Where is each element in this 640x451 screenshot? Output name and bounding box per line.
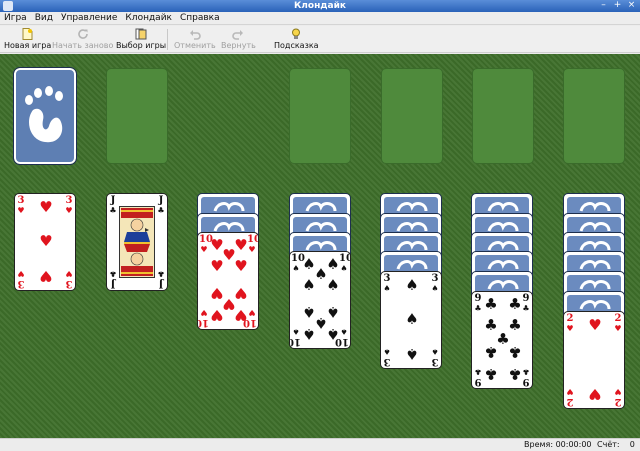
- select-game-label: Выбор игры: [116, 41, 167, 50]
- gnome-foot-icon: [25, 86, 63, 143]
- card-corner: 3 ♥: [65, 195, 73, 216]
- title-bar: Клондайк – + ×: [0, 0, 640, 12]
- redo-icon: [232, 28, 244, 40]
- foundation-3[interactable]: [472, 68, 534, 164]
- card-jack-clubs[interactable]: J ♣ J ♣ J ♣ J ♣: [106, 193, 168, 291]
- card-corner: 3 ♠: [383, 273, 391, 294]
- club-icon: ♣: [508, 343, 522, 361]
- club-icon: ♣: [484, 365, 498, 383]
- card-corner: 10♥: [199, 234, 213, 255]
- restart-button[interactable]: Начать заново: [52, 28, 113, 51]
- stock-pile[interactable]: [13, 67, 77, 165]
- spade-icon: ♠: [302, 276, 316, 294]
- spade-icon: ♠: [326, 276, 340, 294]
- new-game-label: Новая игра: [4, 41, 52, 50]
- maximize-icon[interactable]: +: [613, 1, 622, 10]
- score-value: 0: [629, 440, 635, 449]
- card-corner: J ♣: [109, 269, 117, 289]
- card-3-hearts[interactable]: 3 ♥ 3 ♥ 3 ♥ 3 ♥ ♥ ♥ ♥: [14, 193, 76, 291]
- menu-control[interactable]: Управление: [57, 12, 121, 24]
- card-10-hearts[interactable]: 10♥ 10♥ 10♥ 10♥ ♥ ♥ ♥ ♥ ♥ ♥ ♥ ♥ ♥ ♥: [197, 232, 259, 330]
- game-table: 3 ♥ 3 ♥ 3 ♥ 3 ♥ ♥ ♥ ♥ J ♣ J ♣ J ♣ J ♣ 10…: [0, 54, 640, 438]
- heart-icon: ♥: [39, 232, 53, 250]
- card-3-spades[interactable]: 3 ♠ 3 ♠ 3 ♠ 3 ♠ ♠ ♠ ♠: [380, 271, 442, 369]
- card-corner: 3 ♥: [65, 269, 73, 289]
- menu-view[interactable]: Вид: [31, 12, 57, 24]
- card-corner: 3 ♥: [17, 269, 25, 289]
- menu-help[interactable]: Справка: [176, 12, 224, 24]
- card-corner: J ♣: [157, 195, 165, 216]
- lightbulb-icon: [290, 28, 302, 40]
- spade-icon: ♠: [405, 345, 419, 363]
- card-corner: 9 ♣: [474, 367, 482, 387]
- card-corner: 2 ♥: [614, 313, 622, 334]
- club-icon: ♣: [508, 295, 522, 313]
- new-game-button[interactable]: Новая игра: [4, 28, 51, 51]
- window-title: Клондайк: [293, 1, 347, 11]
- refresh-icon: [77, 28, 89, 40]
- minimize-icon[interactable]: –: [599, 1, 608, 10]
- toolbar: Новая игра Начать заново Выбор игры Отме…: [0, 26, 640, 53]
- spade-icon: ♠: [405, 310, 419, 328]
- card-corner: 10♠: [291, 253, 305, 274]
- score-label: Счёт: 0: [597, 440, 635, 449]
- spade-icon: ♠: [302, 325, 316, 343]
- card-corner: 3 ♠: [383, 347, 391, 367]
- card-corner: 10♠: [290, 327, 301, 347]
- elapsed-time: Время: 00:00:00: [524, 440, 592, 449]
- toolbar-separator: [167, 29, 168, 50]
- card-corner: 3 ♠: [431, 273, 439, 294]
- hint-label: Подсказка: [274, 41, 319, 50]
- card-corner: J ♣: [157, 269, 165, 289]
- card-2-hearts[interactable]: 2 ♥ 2 ♥ 2 ♥ 2 ♥ ♥ ♥: [563, 311, 625, 409]
- club-icon: ♣: [508, 365, 522, 383]
- foundation-1[interactable]: [289, 68, 351, 164]
- card-corner: 2 ♥: [566, 313, 574, 334]
- card-corner: 2 ♥: [614, 387, 622, 407]
- cards-icon: [135, 28, 147, 40]
- club-icon: ♣: [484, 343, 498, 361]
- heart-icon: ♥: [588, 316, 602, 334]
- menu-bar: Игра Вид Управление Клондайк Справка: [0, 12, 640, 25]
- heart-icon: ♥: [39, 198, 53, 216]
- redo-button[interactable]: Вернуть: [221, 28, 256, 51]
- close-icon[interactable]: ×: [627, 1, 636, 10]
- card-corner: J ♣: [109, 195, 117, 216]
- waste-pile[interactable]: [106, 68, 168, 164]
- undo-icon: [189, 28, 201, 40]
- heart-icon: ♥: [39, 267, 53, 285]
- spade-icon: ♠: [326, 325, 340, 343]
- card-corner: 3 ♥: [17, 195, 25, 216]
- card-corner: 9 ♣: [474, 293, 482, 314]
- spade-icon: ♠: [405, 276, 419, 294]
- menu-klondike[interactable]: Клондайк: [121, 12, 176, 24]
- new-document-icon: [22, 28, 34, 40]
- heart-icon: ♥: [210, 306, 224, 324]
- heart-icon: ♥: [210, 257, 224, 275]
- foundation-4[interactable]: [563, 68, 625, 164]
- redo-label: Вернуть: [221, 41, 256, 50]
- heart-icon: ♥: [588, 385, 602, 403]
- card-corner: 3 ♠: [431, 347, 439, 367]
- select-game-button[interactable]: Выбор игры: [116, 28, 166, 51]
- jack-face-icon: [119, 206, 155, 278]
- heart-icon: ♥: [234, 257, 248, 275]
- undo-button[interactable]: Отменить: [174, 28, 216, 51]
- card-10-spades[interactable]: 10♠ 10♠ 10♠ 10♠ ♠ ♠ ♠ ♠ ♠ ♠ ♠ ♠ ♠ ♠: [289, 251, 351, 349]
- undo-label: Отменить: [174, 41, 216, 50]
- status-bar: Время: 00:00:00 Счёт: 0: [0, 438, 640, 451]
- hint-button[interactable]: Подсказка: [274, 28, 319, 51]
- card-corner: 10♥: [198, 308, 209, 328]
- menu-game[interactable]: Игра: [0, 12, 31, 24]
- restart-label: Начать заново: [52, 41, 114, 50]
- window-controls: – + ×: [599, 1, 636, 10]
- card-corner: 2 ♥: [566, 387, 574, 407]
- heart-icon: ♥: [234, 306, 248, 324]
- foundation-2[interactable]: [381, 68, 443, 164]
- club-icon: ♣: [484, 295, 498, 313]
- card-9-clubs[interactable]: 9 ♣ 9 ♣ 9 ♣ 9 ♣ ♣ ♣ ♣ ♣ ♣ ♣ ♣ ♣ ♣: [471, 291, 533, 389]
